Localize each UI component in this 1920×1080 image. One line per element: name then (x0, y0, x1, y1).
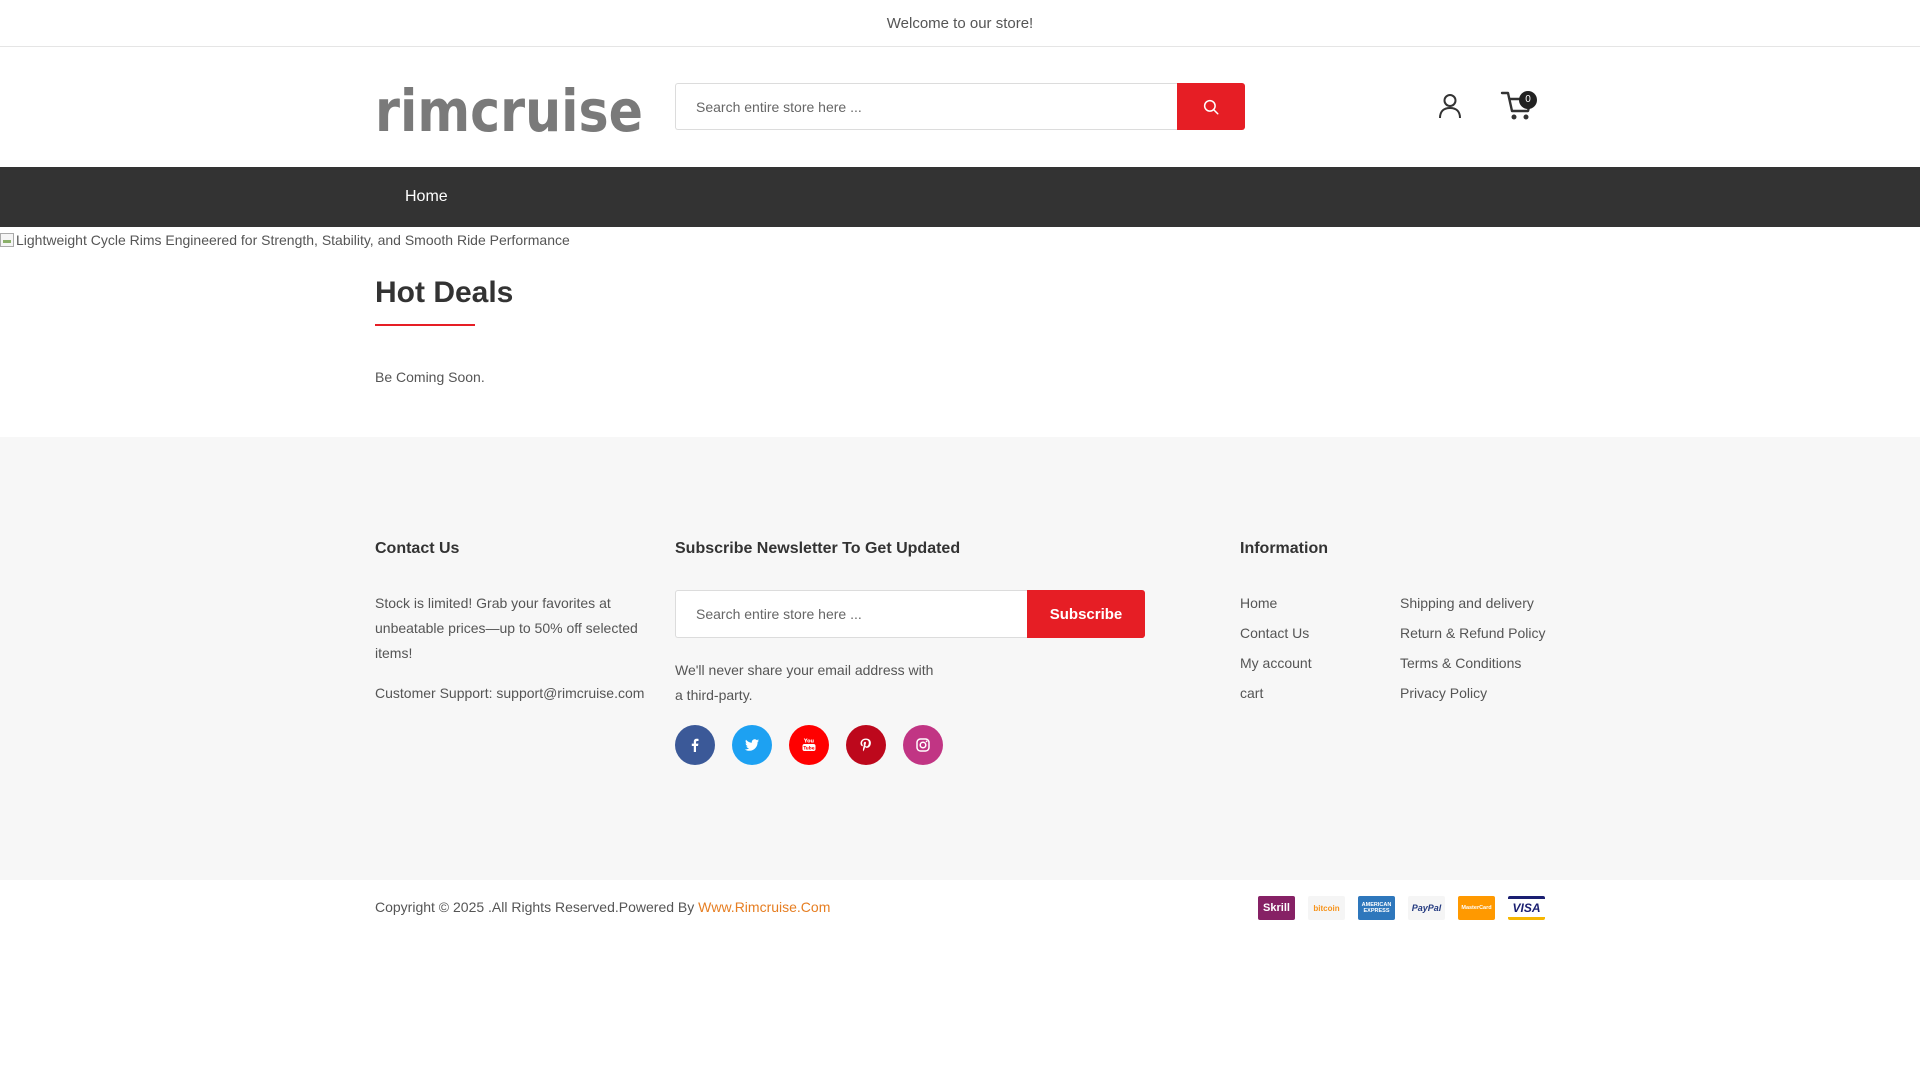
bitcoin-icon: bitcoin (1308, 896, 1345, 920)
contact-promo-text: Stock is limited! Grab your favorites at… (375, 595, 638, 661)
pinterest-icon (860, 738, 871, 752)
footer-link-home[interactable]: Home (1240, 595, 1277, 611)
twitter-icon (744, 739, 759, 751)
newsletter-privacy-note: We'll never share your email address wit… (675, 662, 934, 703)
information-links-col1: Home Contact Us My account cart (1240, 595, 1312, 715)
subscribe-button[interactable]: Subscribe (1027, 590, 1145, 638)
footer-link-cart[interactable]: cart (1240, 685, 1263, 701)
site-footer: Contact Us Stock is limited! Grab your f… (0, 437, 1920, 880)
welcome-message: Welcome to our store! (886, 14, 1034, 32)
footer-link-refund-policy[interactable]: Return & Refund Policy (1400, 625, 1546, 641)
skrill-icon: Skrill (1258, 896, 1295, 920)
newsletter-form: Subscribe (675, 590, 1145, 638)
svg-text:rimcruise: rimcruise (375, 83, 643, 139)
broken-image-icon (0, 233, 14, 247)
visa-icon: VISA (1508, 896, 1545, 920)
banner-alt-text: Lightweight Cycle Rims Engineered for St… (16, 232, 570, 248)
main-navigation: Home (0, 167, 1920, 227)
copyright-bar: Copyright © 2025 .All Rights Reserved.Po… (0, 880, 1920, 936)
youtube-link[interactable]: You Tube (789, 725, 829, 765)
customer-support-email: Customer Support: support@rimcruise.com (375, 685, 645, 701)
instagram-icon (916, 738, 930, 752)
newsletter-email-input[interactable] (675, 590, 1027, 638)
account-button[interactable] (1436, 91, 1464, 121)
logo-wordmark: rimcruise (375, 83, 643, 139)
footer-link-my-account[interactable]: My account (1240, 655, 1312, 671)
svg-text:Tube: Tube (803, 746, 814, 751)
footer-link-shipping[interactable]: Shipping and delivery (1400, 595, 1534, 611)
cart-count-badge: 0 (1519, 91, 1537, 109)
footer-link-terms[interactable]: Terms & Conditions (1400, 655, 1521, 671)
powered-by-link[interactable]: Www.Rimcruise.Com (698, 899, 830, 915)
facebook-icon (691, 738, 699, 752)
search-icon (1203, 99, 1219, 114)
search-button[interactable] (1177, 83, 1245, 130)
coming-soon-message: Be Coming Soon. (375, 369, 485, 385)
user-icon (1439, 94, 1461, 119)
page-title: Hot Deals (375, 276, 514, 309)
instagram-link[interactable] (903, 725, 943, 765)
youtube-icon: You Tube (802, 739, 816, 751)
twitter-link[interactable] (732, 725, 772, 765)
nav-item-home[interactable]: Home (405, 167, 448, 227)
header-search (675, 83, 1245, 130)
pinterest-link[interactable] (846, 725, 886, 765)
site-header: rimcruise 0 (0, 47, 1920, 167)
top-announcement-bar: Welcome to our store! (0, 0, 1920, 47)
facebook-link[interactable] (675, 725, 715, 765)
search-input[interactable] (675, 83, 1177, 130)
copyright-text: Copyright © 2025 .All Rights Reserved.Po… (375, 899, 830, 915)
hero-banner-image: Lightweight Cycle Rims Engineered for St… (0, 231, 570, 249)
payment-methods: Skrill bitcoin AMERICAN EXPRESS PayPal M… (1258, 896, 1545, 920)
information-links-col2: Shipping and delivery Return & Refund Po… (1400, 595, 1546, 715)
copyright-prefix: Copyright © 2025 .All Rights Reserved.Po… (375, 899, 699, 915)
footer-link-contact-us[interactable]: Contact Us (1240, 625, 1309, 641)
paypal-icon: PayPal (1408, 896, 1445, 920)
information-heading: Information (1240, 540, 1328, 557)
newsletter-heading: Subscribe Newsletter To Get Updated (675, 540, 961, 557)
svg-text:You: You (803, 739, 815, 745)
footer-link-privacy-policy[interactable]: Privacy Policy (1400, 685, 1487, 701)
social-links: You Tube (675, 725, 943, 765)
title-underline (375, 324, 475, 326)
contact-heading: Contact Us (375, 540, 460, 557)
american-express-icon: AMERICAN EXPRESS (1358, 896, 1395, 920)
mastercard-icon: MasterCard (1458, 896, 1495, 920)
site-logo[interactable]: rimcruise (375, 83, 645, 139)
